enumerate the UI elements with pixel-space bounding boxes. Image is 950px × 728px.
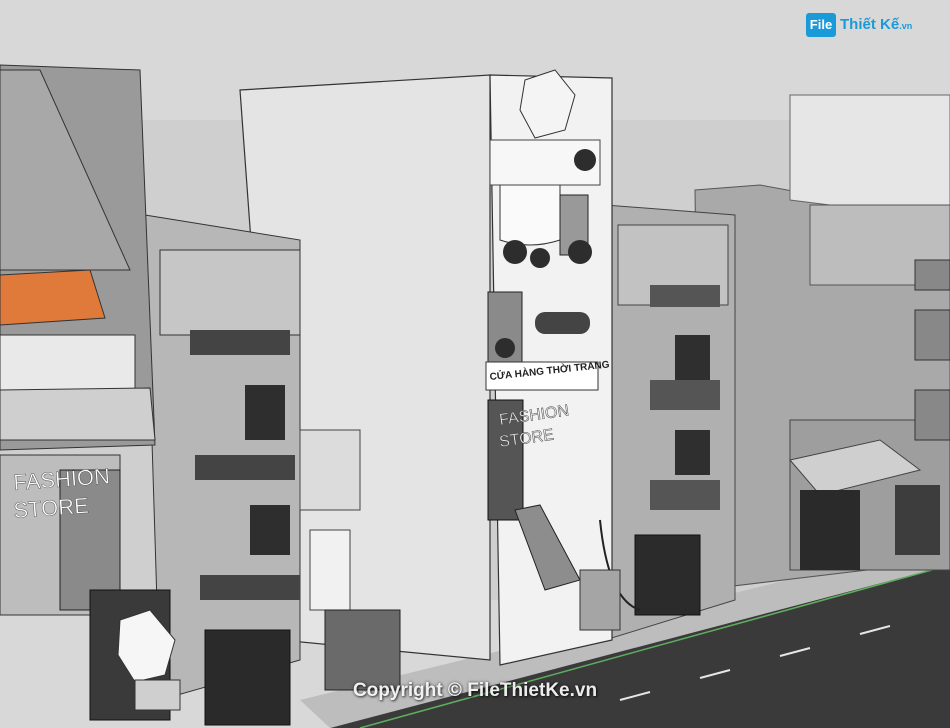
building-render: FASHION STORE CỬA HÀNG THỜI TRANG FASHIO… <box>0 0 950 728</box>
left-store-sign-line2: STORE <box>13 493 90 523</box>
filethietke-logo: File Thiết Kế.vn <box>806 10 924 40</box>
orange-awning <box>0 269 106 326</box>
logo-suffix: .vn <box>899 21 913 31</box>
logo-name: Thiết Kế <box>840 16 900 33</box>
logo-text: Thiết Kế.vn <box>840 16 912 33</box>
copyright-watermark: Copyright © FileThietKe.vn <box>352 680 598 701</box>
center-right-building <box>604 204 736 641</box>
logo-file-badge: File <box>806 13 836 37</box>
